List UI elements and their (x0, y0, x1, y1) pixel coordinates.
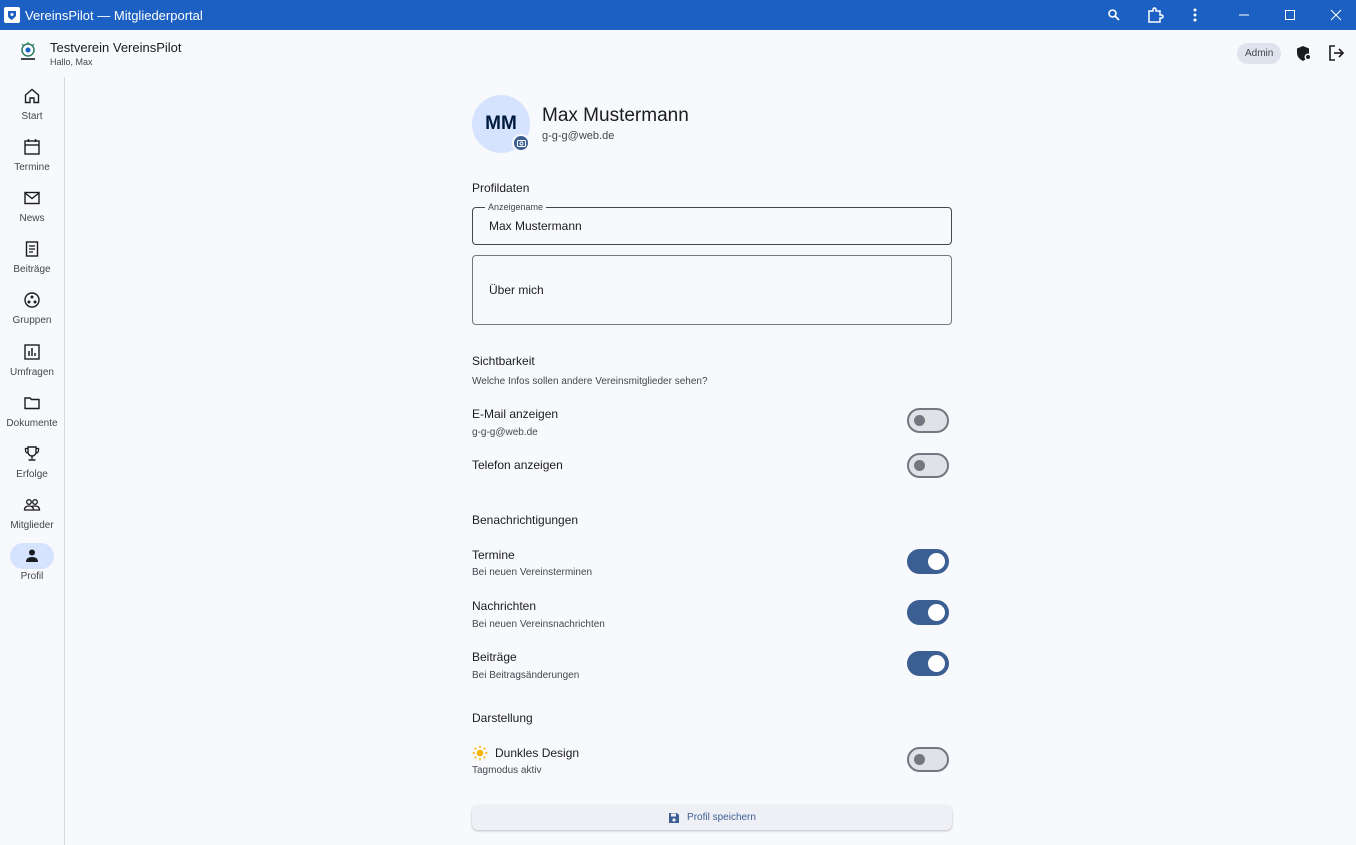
toggle-knob (914, 415, 925, 426)
show-phone-toggle[interactable] (907, 453, 949, 478)
display-name-value: Max Mustermann (489, 219, 582, 233)
about-me-field[interactable]: Über mich (472, 255, 952, 325)
club-name: Testverein VereinsPilot (50, 40, 182, 55)
notify-news-title: Nachrichten (472, 599, 537, 613)
dark-mode-subtitle: Tagmodus aktiv (472, 765, 542, 776)
nav-label: Beiträge (13, 264, 51, 275)
receipt-icon (10, 236, 54, 262)
profile-name: Max Mustermann (542, 105, 689, 126)
display-name-field[interactable]: Anzeigename Max Mustermann (472, 202, 952, 245)
nav-label: News (19, 213, 45, 224)
nav-item-umfragen[interactable]: Umfragen (0, 339, 64, 387)
admin-badge[interactable]: Admin (1237, 43, 1282, 64)
extensions-icon[interactable] (1137, 0, 1173, 30)
section-title-notifications: Benachrichtigungen (472, 513, 579, 527)
show-phone-title: Telefon anzeigen (472, 458, 563, 472)
section-title-profile-data: Profildaten (472, 181, 530, 195)
minimize-icon[interactable] (1226, 0, 1262, 30)
user-greeting: Hallo, Max (50, 57, 93, 67)
person-icon (10, 543, 54, 569)
nav-item-mitglieder[interactable]: Mitglieder (0, 492, 64, 540)
save-icon (669, 812, 680, 823)
toggle-knob (928, 655, 945, 672)
app-icon (4, 7, 20, 23)
groups-icon (10, 287, 54, 313)
section-title-appearance: Darstellung (472, 711, 533, 725)
nav-label: Termine (14, 162, 50, 173)
nav-label: Umfragen (10, 367, 54, 378)
nav-label: Erfolge (16, 469, 48, 480)
nav-item-erfolge[interactable]: Erfolge (0, 441, 64, 489)
section-subtitle-visibility: Welche Infos sollen andere Vereinsmitgli… (472, 376, 708, 387)
notify-events-toggle[interactable] (907, 549, 949, 574)
sun-icon (472, 745, 488, 761)
app-header: Testverein VereinsPilot Hallo, Max Admin (0, 30, 1356, 77)
notify-fees-subtitle: Bei Beitragsänderungen (472, 670, 580, 681)
save-profile-label: Profil speichern (687, 812, 756, 823)
display-name-label: Anzeigename (485, 202, 547, 212)
camera-icon[interactable] (512, 134, 530, 152)
folder-icon (10, 390, 54, 416)
notify-events-title: Termine (472, 548, 515, 562)
window-titlebar: VereinsPilot — Mitgliederportal (0, 0, 1356, 30)
show-email-toggle[interactable] (907, 408, 949, 433)
toggle-knob (928, 553, 945, 570)
search-icon[interactable] (1096, 0, 1132, 30)
toggle-knob (928, 604, 945, 621)
nav-item-gruppen[interactable]: Gruppen (0, 287, 64, 335)
nav-item-news[interactable]: News (0, 185, 64, 233)
close-icon[interactable] (1318, 0, 1354, 30)
calendar-icon (10, 134, 54, 160)
nav-label: Profil (20, 571, 44, 582)
nav-label: Gruppen (12, 315, 52, 326)
home-icon (10, 83, 54, 109)
notify-news-subtitle: Bei neuen Vereinsnachrichten (472, 619, 605, 630)
nav-label: Dokumente (6, 418, 58, 429)
nav-item-beitraege[interactable]: Beiträge (0, 236, 64, 284)
dark-mode-toggle[interactable] (907, 747, 949, 772)
poll-icon (10, 339, 54, 365)
about-me-placeholder: Über mich (489, 283, 544, 297)
profile-email: g-g-g@web.de (542, 130, 615, 142)
side-navigation: Start Termine News Beiträge Gruppen Umfr… (0, 77, 65, 845)
notify-fees-title: Beiträge (472, 650, 517, 664)
notify-fees-toggle[interactable] (907, 651, 949, 676)
maximize-icon[interactable] (1272, 0, 1308, 30)
toggle-knob (914, 754, 925, 765)
dark-mode-title: Dunkles Design (495, 746, 580, 760)
mail-icon (10, 185, 54, 211)
nav-label: Start (21, 111, 43, 122)
notify-events-subtitle: Bei neuen Vereinsterminen (472, 567, 593, 578)
nav-item-profil[interactable]: Profil (0, 543, 64, 591)
nav-item-dokumente[interactable]: Dokumente (0, 390, 64, 438)
logout-icon[interactable] (1326, 43, 1346, 63)
save-profile-button[interactable]: Profil speichern (472, 805, 952, 830)
notify-news-toggle[interactable] (907, 600, 949, 625)
people-icon (10, 492, 54, 518)
admin-shield-icon[interactable] (1294, 43, 1314, 63)
window-title: VereinsPilot — Mitgliederportal (25, 7, 203, 23)
toggle-knob (914, 460, 925, 471)
section-title-visibility: Sichtbarkeit (472, 354, 535, 368)
more-vert-icon[interactable] (1177, 0, 1213, 30)
show-email-title: E-Mail anzeigen (472, 407, 559, 421)
show-email-subtitle: g-g-g@web.de (472, 427, 538, 438)
nav-label: Mitglieder (10, 520, 54, 531)
nav-item-termine[interactable]: Termine (0, 134, 64, 182)
nav-item-start[interactable]: Start (0, 83, 64, 131)
club-logo (16, 40, 40, 64)
trophy-icon (10, 441, 54, 467)
